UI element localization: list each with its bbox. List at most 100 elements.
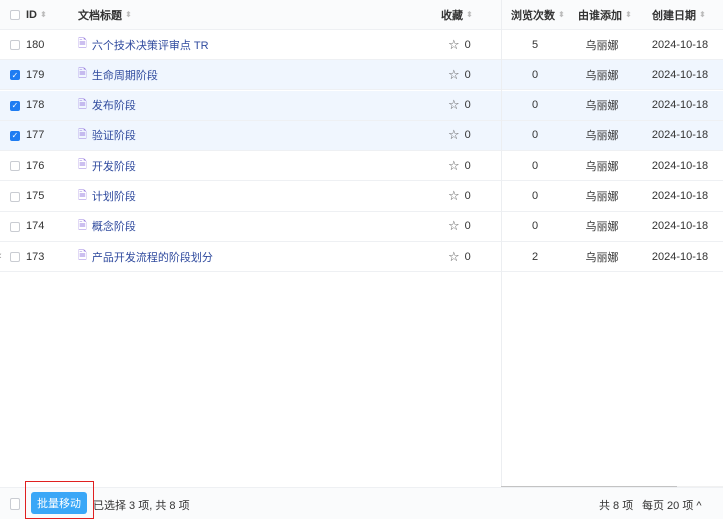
row-title[interactable]: 🗎 开发阶段 [78,151,136,180]
row-date: 2024-10-18 [651,99,709,112]
row-added-by: 乌丽娜 [585,251,619,264]
fav-count: 0 [464,68,471,81]
star-icon[interactable]: ☆ [448,67,460,83]
document-icon: 🗎 [78,128,87,141]
header-id[interactable]: ID ⬍ [26,0,47,29]
star-icon[interactable]: ☆ [448,218,460,234]
row-views: 0 [531,220,539,233]
page-size-label: 每页 20 项 [642,500,694,512]
table-header: ID ⬍ 文档标题 ⬍ 收藏 ⬍ 浏览次数 ⬍ 由谁添加 ⬍ 创建日期 ⬍ [0,0,723,30]
header-views[interactable]: 浏览次数 ⬍ [511,0,565,29]
row-checkbox[interactable] [10,161,20,172]
row-fav[interactable]: ☆ 0 [448,182,471,211]
table-row[interactable]: 176 🗎 开发阶段 ☆ 0 0 乌丽娜 2024-10-18 [0,151,723,182]
sort-icon[interactable]: ⬍ [625,10,632,19]
row-views: 0 [531,190,539,202]
header-by[interactable]: 由谁添加 ⬍ [578,0,632,29]
fav-count: 0 [464,129,471,142]
star-icon[interactable]: ☆ [448,188,460,204]
table-row[interactable]: 173 🗎 产品开发流程的阶段划分 ☆ 0 2 乌丽娜 2024-10-18 [0,242,723,273]
header-title-label: 文档标题 [78,9,122,22]
star-icon[interactable]: ☆ [448,127,460,143]
table-row[interactable]: 180 🗎 六个技术决策评审点 TR ☆ 0 5 乌丽娜 2024-10-18 [0,30,723,60]
document-icon: 🗎 [78,159,87,172]
row-fav[interactable]: ☆ 0 [448,151,471,180]
row-date: 2024-10-18 [651,38,709,51]
row-title[interactable]: 🗎 概念阶段 [78,212,136,241]
page-size-select[interactable]: 每页 20 项 ^ [642,497,702,513]
table-row[interactable]: 175 🗎 计划阶段 ☆ 0 0 乌丽娜 2024-10-18 [0,182,723,212]
star-icon[interactable]: ☆ [448,97,460,113]
row-title[interactable]: 🗎 六个技术决策评审点 TR [78,30,209,59]
row-date: 2024-10-18 [651,68,709,81]
document-icon: 🗎 [78,219,87,232]
row-checkbox[interactable] [10,221,20,232]
header-fav[interactable]: 收藏 ⬍ [441,0,473,29]
row-id: 177 [26,129,45,142]
row-title-text[interactable]: 六个技术决策评审点 TR [92,37,209,53]
row-date: 2024-10-18 [651,129,709,142]
document-icon: 🗎 [78,189,87,202]
header-date[interactable]: 创建日期 ⬍ [652,0,706,29]
row-title[interactable]: 🗎 生命周期阶段 [78,60,158,89]
row-fav[interactable]: ☆ 0 [448,91,471,120]
row-title[interactable]: 🗎 产品开发流程的阶段划分 [78,242,213,271]
table-row[interactable]: ✓ 177 🗎 验证阶段 ☆ 0 0 乌丽娜 2024-10-18 [0,120,723,151]
header-title[interactable]: 文档标题 ⬍ [78,0,132,29]
row-title-text[interactable]: 验证阶段 [92,127,136,143]
row-title-text[interactable]: 开发阶段 [92,158,136,174]
sort-icon[interactable]: ⬍ [558,10,565,19]
document-icon: 🗎 [78,38,87,50]
star-icon[interactable]: ☆ [448,249,460,265]
row-id: 179 [26,68,45,81]
row-fav[interactable]: ☆ 0 [448,242,471,271]
table-row[interactable]: ✓ 179 🗎 生命周期阶段 ☆ 0 0 乌丽娜 2024-10-18 [0,60,723,91]
row-checkbox[interactable] [10,191,20,202]
row-checkbox[interactable]: ✓ [10,100,20,111]
header-by-label: 由谁添加 [578,9,622,22]
row-views: 2 [531,250,539,263]
row-date: 2024-10-18 [651,159,709,172]
row-title-text[interactable]: 概念阶段 [92,218,136,234]
row-fav[interactable]: ☆ 0 [448,212,471,241]
total-count: 共 8 项 [599,500,634,512]
row-title[interactable]: 🗎 发布阶段 [78,91,136,120]
row-checkbox[interactable] [10,40,20,50]
row-date: 2024-10-18 [651,250,709,263]
row-title-text[interactable]: 生命周期阶段 [92,67,158,83]
header-fav-label: 收藏 [441,9,463,22]
row-checkbox[interactable]: ✓ [10,70,20,81]
row-added-by: 乌丽娜 [585,160,619,173]
footer-select-all-checkbox[interactable] [10,498,20,510]
row-title-text[interactable]: 发布阶段 [92,97,136,113]
row-views: 5 [531,38,539,51]
row-fav[interactable]: ☆ 0 [448,60,471,89]
sort-icon[interactable]: ⬍ [466,10,473,19]
row-title[interactable]: 🗎 计划阶段 [78,182,136,211]
sort-icon[interactable]: ⬍ [699,10,706,19]
row-fav[interactable]: ☆ 0 [448,121,471,150]
row-views: 0 [531,159,539,172]
row-title-text[interactable]: 计划阶段 [92,188,136,204]
row-title-text[interactable]: 产品开发流程的阶段划分 [92,249,213,265]
document-icon: 🗎 [78,250,87,263]
row-checkbox[interactable] [10,252,20,263]
table-row[interactable]: 174 🗎 概念阶段 ☆ 0 0 乌丽娜 2024-10-18 [0,212,723,242]
header-views-label: 浏览次数 [511,9,555,22]
header-date-label: 创建日期 [652,9,696,22]
collapse-chevron-icon[interactable]: ‹ [0,250,2,262]
select-all-checkbox[interactable] [10,10,20,20]
row-id: 175 [26,190,45,202]
star-icon[interactable]: ☆ [448,158,460,174]
row-id: 178 [26,99,45,112]
star-icon[interactable]: ☆ [448,37,460,53]
sort-icon[interactable]: ⬍ [40,10,47,19]
table-row[interactable]: ✓ 178 🗎 发布阶段 ☆ 0 0 乌丽娜 2024-10-18 [0,90,723,121]
sort-icon[interactable]: ⬍ [125,10,132,19]
fav-count: 0 [464,190,471,202]
row-fav[interactable]: ☆ 0 [448,30,471,59]
row-added-by: 乌丽娜 [585,100,619,113]
row-checkbox[interactable]: ✓ [10,130,20,141]
fav-count: 0 [464,250,471,263]
row-title[interactable]: 🗎 验证阶段 [78,121,136,150]
